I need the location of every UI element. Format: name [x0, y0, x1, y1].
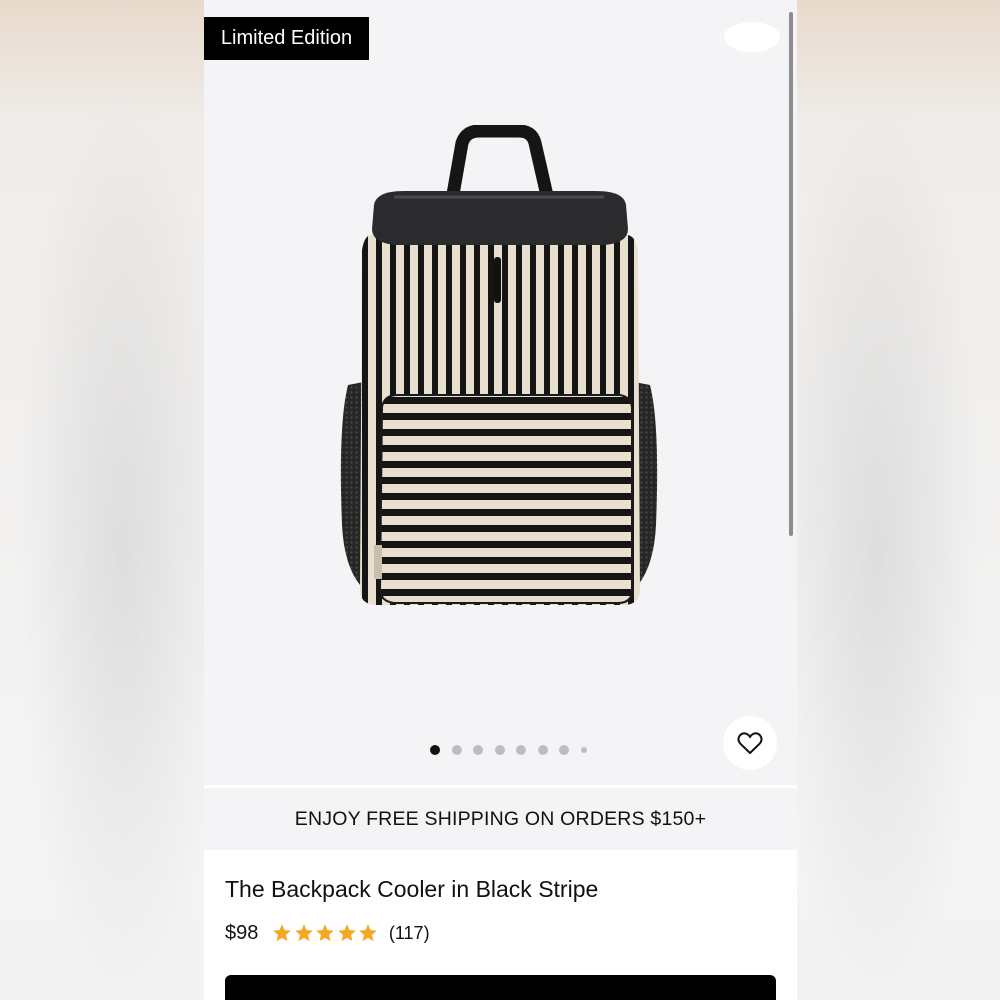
backdrop-shade-right [795, 0, 1000, 1000]
pagination-dot[interactable] [580, 747, 587, 753]
product-image [340, 125, 658, 605]
pagination-dot[interactable] [494, 745, 505, 755]
pagination-dot[interactable] [473, 745, 483, 755]
limited-edition-badge: Limited Edition [204, 17, 369, 60]
product-price: $98 [225, 921, 259, 944]
star-icon [316, 924, 335, 942]
star-rating[interactable] [272, 923, 380, 943]
pagination-dot[interactable] [451, 745, 462, 755]
image-pagination[interactable] [430, 744, 598, 756]
star-icon [273, 924, 292, 942]
heart-icon [737, 732, 763, 754]
pagination-dot[interactable] [537, 745, 548, 755]
product-title: The Backpack Cooler in Black Stripe [225, 876, 599, 902]
star-icon [338, 924, 356, 942]
product-gallery[interactable]: Limited Edition [204, 0, 797, 785]
price-rating-row: $98 (117) [225, 920, 430, 946]
pagination-dot[interactable] [430, 745, 440, 755]
review-count-link[interactable]: (117) [389, 923, 430, 944]
star-icon [359, 924, 378, 942]
cart-bar-overlay-control[interactable] [724, 22, 780, 52]
backdrop-shade-left [0, 0, 205, 1000]
favorite-button[interactable] [723, 716, 777, 770]
free-shipping-banner: ENJOY FREE SHIPPING ON ORDERS $150+ [204, 788, 797, 850]
pagination-dot[interactable] [559, 745, 569, 755]
add-to-cart-button[interactable] [225, 975, 776, 1000]
product-page: Limited Edition ENJOY FREE SHIPPING ON O… [204, 0, 797, 1000]
scrollbar[interactable] [789, 12, 793, 536]
star-icon [295, 924, 313, 942]
pagination-dot[interactable] [516, 745, 526, 755]
